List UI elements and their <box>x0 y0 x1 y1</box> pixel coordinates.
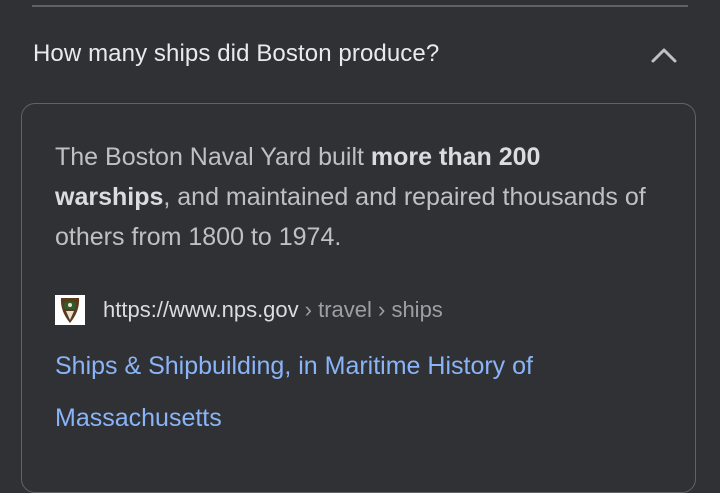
source-path: › travel › ships <box>304 297 443 322</box>
answer-snippet: The Boston Naval Yard built more than 20… <box>55 137 655 257</box>
faq-question-text: How many ships did Boston produce? <box>33 40 440 67</box>
source-url-row[interactable]: https://www.nps.gov › travel › ships <box>55 294 443 326</box>
result-title-link[interactable]: Ships & Shipbuilding, in Maritime Histor… <box>55 340 675 444</box>
source-domain: https://www.nps.gov <box>103 297 299 322</box>
top-divider <box>32 5 688 7</box>
nps-arrowhead-favicon <box>55 295 85 325</box>
faq-question-toggle[interactable]: How many ships did Boston produce? <box>0 24 720 86</box>
chevron-up-icon[interactable] <box>650 46 678 64</box>
answer-card: The Boston Naval Yard built more than 20… <box>21 103 696 493</box>
answer-text-before: The Boston Naval Yard built <box>55 143 371 171</box>
